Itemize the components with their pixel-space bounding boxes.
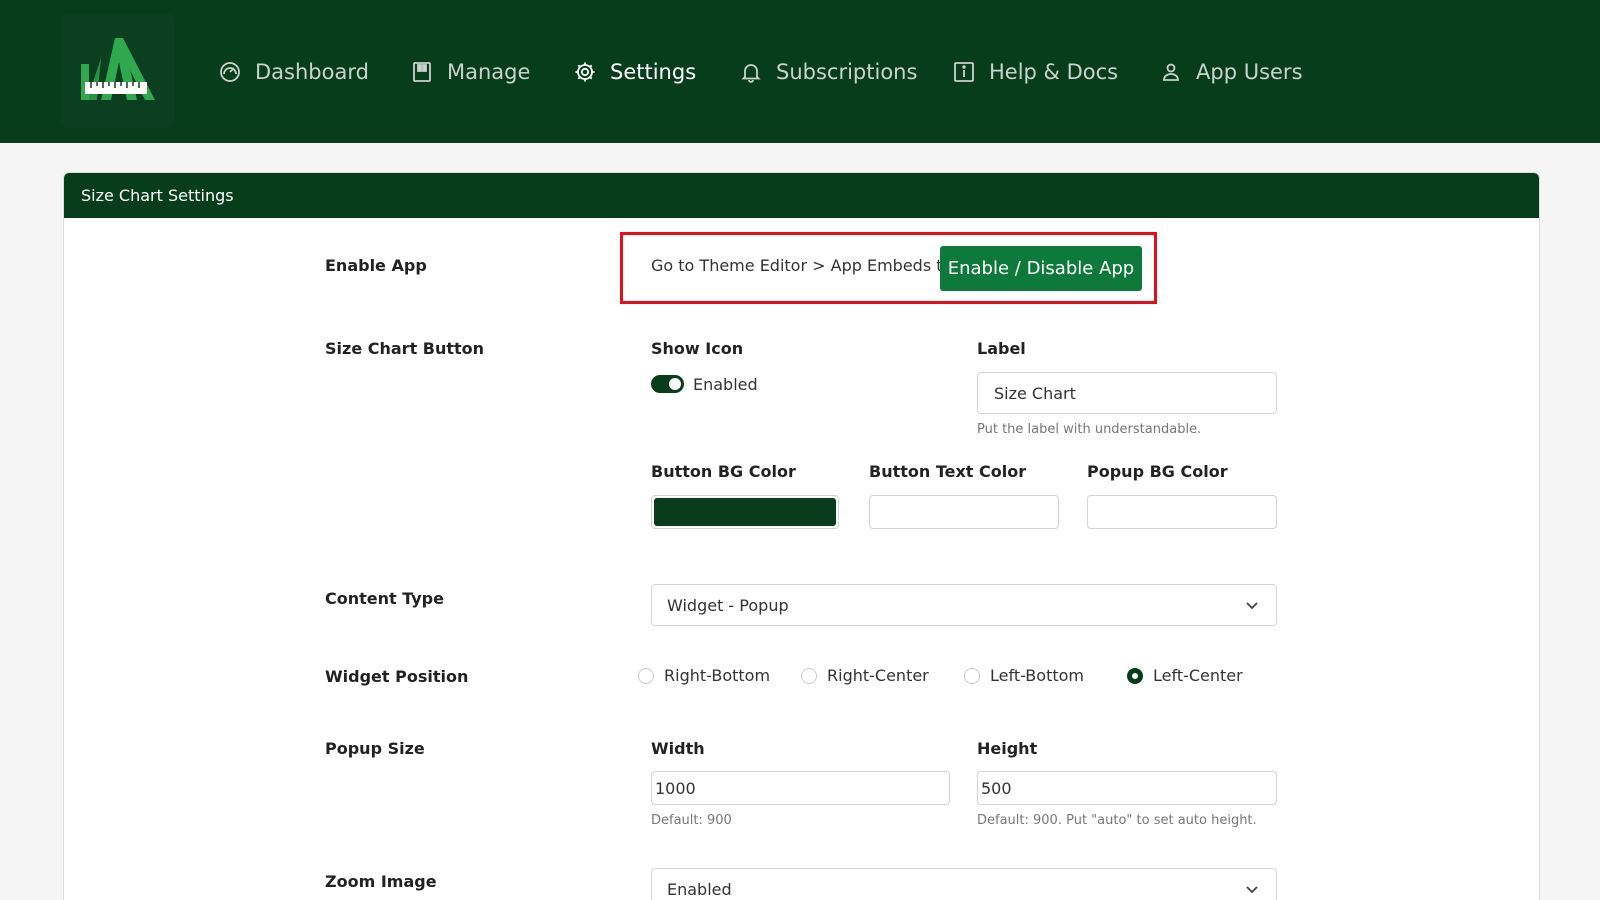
label-input[interactable] bbox=[977, 372, 1277, 414]
radio-label: Left-Bottom bbox=[990, 666, 1084, 685]
toggle-knob bbox=[669, 378, 681, 390]
nav-app-users-label: App Users bbox=[1196, 60, 1303, 84]
logo-ruler-a-icon bbox=[81, 38, 155, 100]
manage-film-icon bbox=[410, 60, 434, 84]
radio-circle bbox=[801, 667, 817, 684]
nav-settings[interactable]: Settings bbox=[573, 50, 696, 94]
top-navigation-bar: Dashboard Manage Settings Subscriptions … bbox=[0, 0, 1600, 143]
bell-icon bbox=[739, 60, 763, 84]
nav-settings-label: Settings bbox=[610, 60, 697, 84]
show-icon-label: Show Icon bbox=[651, 339, 744, 358]
dashboard-gauge-icon bbox=[218, 60, 242, 84]
enable-app-instruction: Go to Theme Editor > App Embeds to bbox=[651, 256, 953, 275]
content-type-select[interactable]: Widget - Popup bbox=[651, 584, 1277, 626]
button-text-color-label: Button Text Color bbox=[869, 462, 1027, 481]
radio-right-center[interactable]: Right-Center bbox=[801, 666, 929, 685]
nav-dashboard-label: Dashboard bbox=[255, 60, 369, 84]
label-field-label: Label bbox=[977, 339, 1026, 358]
button-bg-color-fill bbox=[654, 498, 836, 526]
radio-circle bbox=[638, 667, 654, 684]
label-hint: Put the label with understandable. bbox=[977, 422, 1202, 437]
radio-label: Right-Bottom bbox=[664, 666, 771, 685]
radio-label: Right-Center bbox=[827, 666, 929, 685]
radio-right-bottom[interactable]: Right-Bottom bbox=[638, 666, 770, 685]
button-bg-color-label: Button BG Color bbox=[651, 462, 796, 481]
height-input[interactable] bbox=[977, 771, 1277, 805]
popup-bg-color-fill bbox=[1090, 498, 1274, 526]
nav-help-docs[interactable]: Help & Docs bbox=[952, 50, 1118, 94]
nav-manage[interactable]: Manage bbox=[410, 50, 530, 94]
gear-icon bbox=[573, 60, 597, 84]
nav-dashboard[interactable]: Dashboard bbox=[218, 50, 369, 94]
radio-circle-selected bbox=[1127, 667, 1143, 684]
card-title: Size Chart Settings bbox=[64, 173, 1539, 218]
enable-app-label: Enable App bbox=[325, 256, 427, 275]
widget-position-label: Widget Position bbox=[325, 667, 469, 686]
nav-app-users[interactable]: App Users bbox=[1159, 50, 1303, 94]
radio-left-center[interactable]: Left-Center bbox=[1127, 666, 1243, 685]
content-type-label: Content Type bbox=[325, 589, 444, 608]
height-label: Height bbox=[977, 739, 1038, 758]
button-bg-color-picker[interactable] bbox=[651, 495, 839, 529]
enable-disable-app-button[interactable]: Enable / Disable App bbox=[940, 246, 1142, 291]
zoom-image-label: Zoom Image bbox=[325, 872, 437, 891]
nav-help-docs-label: Help & Docs bbox=[989, 60, 1119, 84]
size-chart-button-label: Size Chart Button bbox=[325, 339, 485, 358]
width-hint: Default: 900 bbox=[651, 813, 732, 828]
nav-subscriptions-label: Subscriptions bbox=[776, 60, 918, 84]
radio-label: Left-Center bbox=[1153, 666, 1243, 685]
chevron-down-icon bbox=[1246, 886, 1258, 894]
nav-subscriptions[interactable]: Subscriptions bbox=[739, 50, 917, 94]
button-text-color-fill bbox=[872, 498, 1056, 526]
show-icon-state: Enabled bbox=[693, 375, 758, 394]
popup-bg-color-picker[interactable] bbox=[1087, 495, 1277, 529]
width-input[interactable] bbox=[651, 771, 950, 805]
popup-size-label: Popup Size bbox=[325, 739, 425, 758]
chevron-down-icon bbox=[1246, 602, 1258, 610]
button-text-color-picker[interactable] bbox=[869, 495, 1059, 529]
app-logo[interactable] bbox=[61, 14, 175, 128]
zoom-image-value: Enabled bbox=[667, 879, 732, 899]
content-type-value: Widget - Popup bbox=[667, 595, 789, 615]
width-label: Width bbox=[651, 739, 705, 758]
info-icon bbox=[952, 60, 976, 84]
show-icon-toggle[interactable] bbox=[651, 375, 684, 393]
zoom-image-select[interactable]: Enabled bbox=[651, 868, 1277, 900]
user-icon bbox=[1159, 60, 1183, 84]
nav-manage-label: Manage bbox=[447, 60, 531, 84]
radio-left-bottom[interactable]: Left-Bottom bbox=[964, 666, 1084, 685]
height-hint: Default: 900. Put "auto" to set auto hei… bbox=[977, 813, 1257, 828]
radio-circle bbox=[964, 667, 980, 684]
popup-bg-color-label: Popup BG Color bbox=[1087, 462, 1228, 481]
